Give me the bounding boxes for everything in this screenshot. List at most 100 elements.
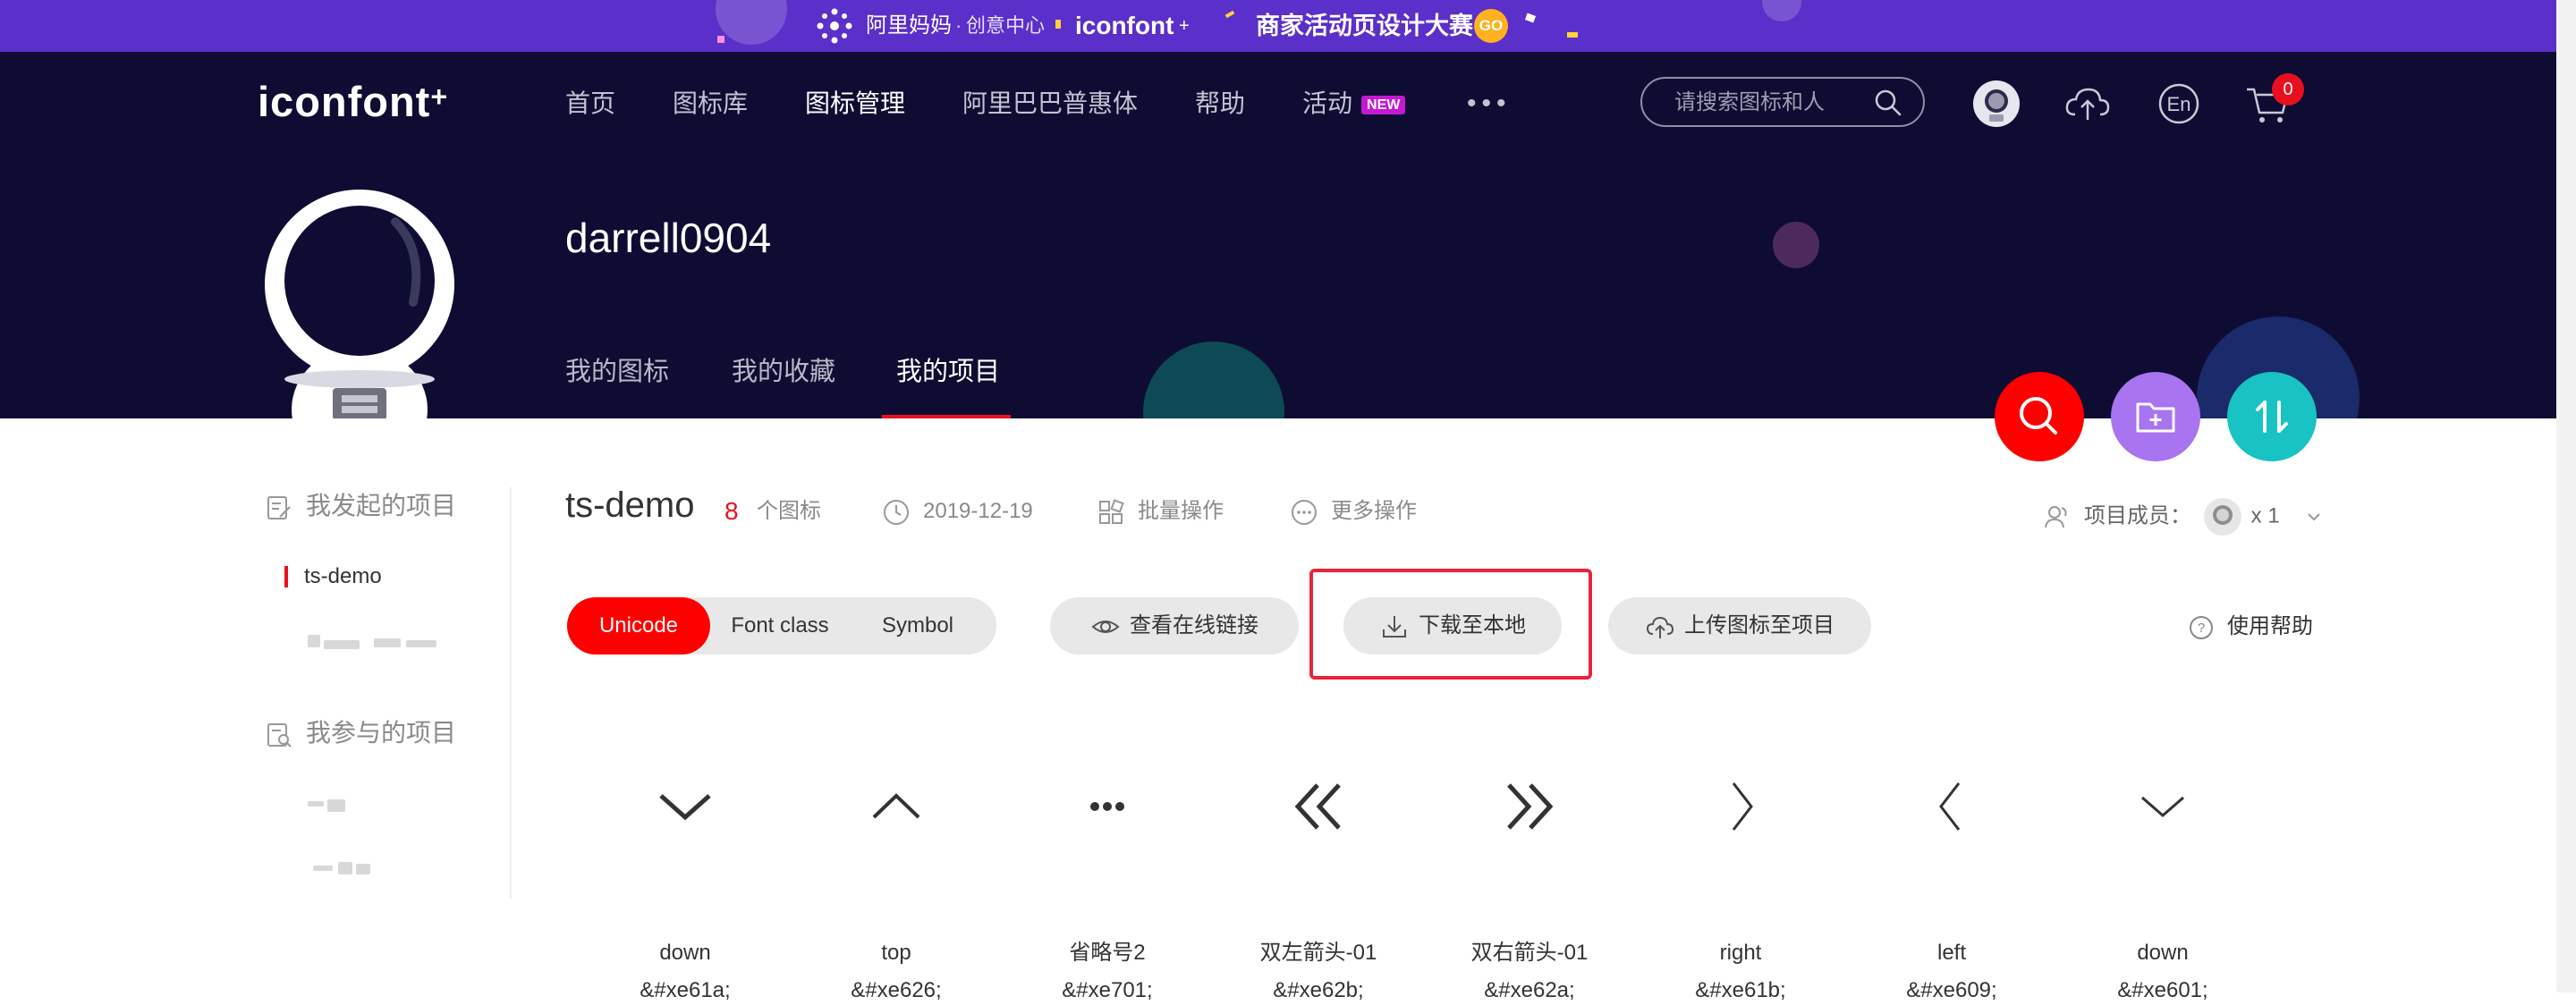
decor-bubble (716, 0, 787, 45)
nav-home[interactable]: 首页 (565, 88, 615, 120)
decor-bubble (1762, 0, 1801, 21)
tab-my-projects[interactable]: 我的项目 (896, 356, 1000, 388)
segment-symbol[interactable]: Symbol (850, 597, 986, 655)
chevron-right-icon (1732, 782, 1753, 831)
batch-operations-button[interactable]: 批量操作 (1097, 497, 1224, 527)
nav-activity[interactable]: 活动 NEW (1302, 88, 1406, 122)
segment-font-class[interactable]: Font class (710, 597, 850, 655)
nav-icon-library[interactable]: 图标库 (673, 88, 748, 120)
decor-planet (1143, 342, 1284, 418)
code-type-switch: Unicode Font class Symbol (567, 597, 996, 655)
icon-code: &#xe61a; (640, 978, 731, 1002)
sidebar-joined-project-blurred[interactable] (313, 860, 376, 878)
promo-banner[interactable]: 阿里妈妈 · 创意中心 iconfont + 商家活动页设计大赛 GO (0, 0, 2576, 52)
new-badge: NEW (1361, 95, 1406, 114)
project-title: ts-demo (565, 486, 695, 525)
double-left-icon (1294, 783, 1341, 830)
sidebar-project-ts-demo[interactable]: ts-demo (304, 563, 382, 590)
nav-puhuiti[interactable]: 阿里巴巴普惠体 (962, 88, 1138, 120)
site-header: iconfont+ 首页 图标库 图标管理 阿里巴巴普惠体 帮助 活动 NEW •… (0, 52, 2576, 418)
sidebar-divider (510, 487, 512, 899)
sort-icon (2256, 401, 2288, 433)
icon-code: &#xe701; (1062, 978, 1153, 1002)
nav-icon-management[interactable]: 图标管理 (805, 88, 905, 120)
site-logo[interactable]: iconfont+ (258, 75, 448, 129)
decor-confetti (717, 36, 724, 43)
cart-count-badge: 0 (2272, 73, 2304, 106)
search-box (1640, 77, 1925, 127)
fab-search-button[interactable] (1995, 372, 2084, 461)
fab-sort-button[interactable] (2227, 372, 2317, 461)
download-icon (1383, 615, 1406, 638)
upload-cloud-icon[interactable] (2063, 79, 2113, 129)
upload-cloud-icon (1646, 616, 1674, 638)
decor-confetti (1567, 32, 1578, 38)
page-scrollbar[interactable] (2556, 0, 2576, 992)
edit-document-icon (267, 495, 291, 519)
members-count: x 1 (2250, 503, 2280, 528)
download-to-local-button[interactable]: 下载至本地 (1343, 597, 1562, 655)
icon-card[interactable]: right &#xe61b; (1635, 769, 1846, 1005)
promo-center: 创意中心 (966, 14, 1046, 37)
segment-unicode[interactable]: Unicode (567, 597, 710, 655)
tab-my-icons[interactable]: 我的图标 (565, 356, 669, 388)
clock-icon (884, 499, 909, 525)
upload-icons-button[interactable]: 上传图标至项目 (1608, 597, 1871, 655)
decor-confetti (1055, 20, 1061, 29)
plus-icon: + (1179, 16, 1190, 36)
icon-card[interactable]: 双右箭头-01 &#xe62a; (1424, 769, 1635, 1005)
icon-card[interactable]: down &#xe61a; (580, 769, 791, 1005)
fab-new-project-button[interactable] (2111, 372, 2200, 461)
chevron-down-icon (2141, 796, 2184, 817)
project-members[interactable]: 项目成员： x 1 (2043, 497, 2335, 536)
icon-name: top (881, 941, 911, 965)
promo-dot: · (955, 14, 962, 37)
icon-name: down (2137, 941, 2189, 965)
astronaut-avatar[interactable] (261, 186, 458, 418)
user-avatar-icon[interactable] (1971, 79, 2021, 129)
usage-help-link[interactable]: ? 使用帮助 (2188, 612, 2313, 642)
icon-name: 省略号2 (1069, 941, 1146, 965)
more-menu-icon[interactable]: ••• (1467, 88, 1512, 120)
nav-activity-label: 活动 (1302, 89, 1353, 117)
icon-card[interactable]: 双左箭头-01 &#xe62b; (1213, 769, 1424, 1005)
icon-code: &#xe626; (851, 978, 942, 1002)
member-avatar (2203, 498, 2241, 536)
search-input[interactable] (1673, 86, 1873, 120)
alimama-logo-icon (817, 8, 852, 44)
chevron-up-icon (872, 793, 920, 819)
icon-code: &#xe61b; (1695, 978, 1786, 1002)
view-online-link-button[interactable]: 查看在线链接 (1050, 597, 1299, 655)
more-operations-button[interactable]: 更多操作 (1290, 497, 1417, 527)
nav-help[interactable]: 帮助 (1195, 88, 1245, 120)
search-icon[interactable] (1873, 88, 1903, 118)
decor-planet (1773, 222, 1819, 268)
icon-card[interactable]: top &#xe626; (791, 769, 1002, 1005)
more-circle-icon (1292, 499, 1317, 525)
promo-campaign: 商家活动页设计大赛 (1256, 13, 1473, 39)
icon-card[interactable]: left &#xe609; (1846, 769, 2057, 1005)
icon-card[interactable]: down &#xe601; (2057, 769, 2268, 1005)
language-icon[interactable]: En (2154, 79, 2204, 129)
icon-name: right (1719, 941, 1762, 965)
sidebar-joined-project-blurred[interactable] (308, 798, 349, 815)
icon-card[interactable]: 省略号2 &#xe701; (1002, 769, 1213, 1005)
icon-count: 8 (724, 497, 739, 525)
icon-name: 双右箭头-01 (1470, 941, 1589, 965)
language-label: En (2167, 93, 2191, 115)
promo-iconfont-logo: iconfont (1075, 12, 1174, 39)
active-project-marker (284, 566, 288, 587)
help-icon: ? (2190, 615, 2213, 639)
my-projects-heading: 我发起的项目 (265, 490, 456, 522)
double-right-icon (1507, 783, 1554, 830)
tab-my-collections[interactable]: 我的收藏 (732, 356, 835, 388)
chevron-down-icon (659, 794, 711, 821)
eye-icon (1091, 620, 1120, 633)
icon-name: down (659, 941, 711, 965)
decor-confetti (1524, 13, 1537, 23)
sidebar-project-blurred[interactable] (308, 631, 438, 651)
ellipsis-icon (1090, 802, 1124, 811)
folder-add-icon (2136, 402, 2175, 433)
promo-go-button[interactable]: GO (1474, 9, 1508, 43)
icon-code: &#xe62b; (1273, 978, 1364, 1002)
